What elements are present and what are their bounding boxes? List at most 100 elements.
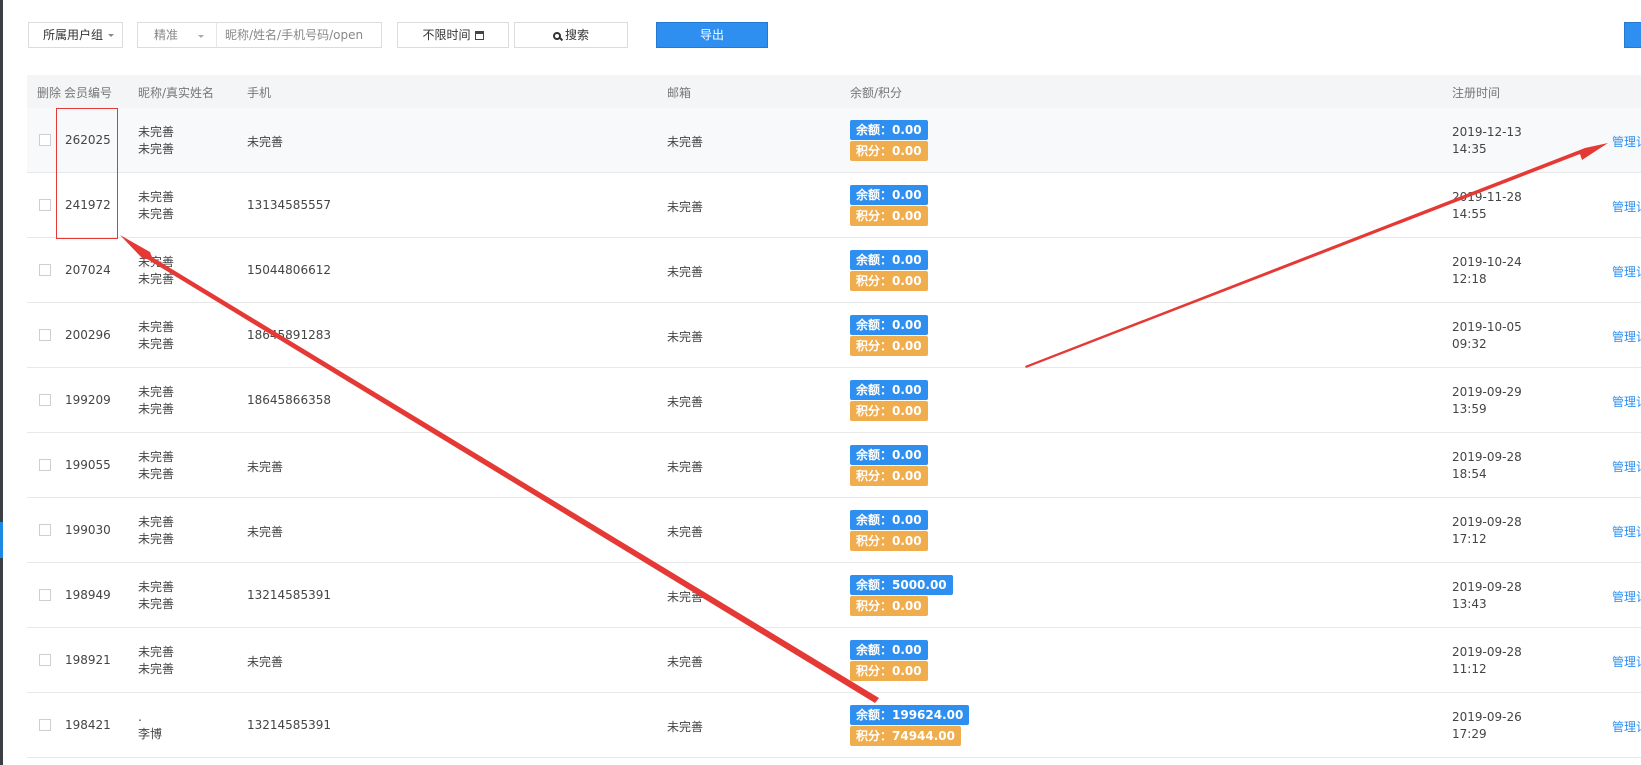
nickname: . [138,710,142,724]
add-button[interactable]: 添 [1624,22,1641,48]
points-badge: 积分：0.00 [850,466,928,486]
member-name: 未完善 未完善 [138,514,174,548]
member-phone: 18645891283 [247,328,331,342]
manage-record-link[interactable]: 管理记 [1612,718,1641,735]
real-name: 未完善 [138,402,175,416]
real-name: 未完善 [138,142,175,156]
balance-badge: 余额：0.00 [850,250,928,270]
register-clock: 14:35 [1452,142,1487,156]
balance-points: 余额：199624.00 积分：74944.00 [850,705,970,747]
nickname: 未完善 [138,255,175,269]
member-phone: 15044806612 [247,263,331,277]
row-select-checkbox[interactable] [39,329,51,341]
table-row: 199055 未完善 未完善 未完善 未完善 余额：0.00 积分：0.00 2019-09-… [27,433,1641,498]
search-icon [552,32,561,40]
manage-record-link[interactable]: 管理记 [1612,133,1641,150]
manage-record-link[interactable]: 管理记 [1612,393,1641,410]
real-name: 未完善 [138,532,175,546]
member-name: 未完善 未完善 [138,449,174,483]
balance-points: 余额：0.00 积分：0.00 [850,380,928,422]
annotation-highlight-box [56,108,118,239]
real-name: 未完善 [138,467,175,481]
register-date: 2019-11-28 [1452,190,1522,204]
points-badge: 积分：0.00 [850,336,928,356]
manage-record-link[interactable]: 管理记 [1612,653,1641,670]
nickname: 未完善 [138,580,175,594]
manage-record-link[interactable]: 管理记 [1612,198,1641,215]
manage-record-link[interactable]: 管理记 [1612,263,1641,280]
member-id: 198921 [65,653,111,667]
time-filter-button[interactable]: 不限时间 [397,22,509,48]
manage-record-link[interactable]: 管理记 [1612,328,1641,345]
member-name: . 李博 [138,709,162,743]
match-mode-select[interactable]: 精准 [137,22,216,48]
row-select-checkbox[interactable] [39,394,51,406]
balance-points: 余额：0.00 积分：0.00 [850,640,928,682]
register-time: 2019-09-28 18:54 [1452,449,1522,483]
points-badge: 积分：0.00 [850,596,928,616]
table-row: 198949 未完善 未完善 13214585391 未完善 余额：5000.00 积分：0… [27,563,1641,628]
member-email: 未完善 [667,720,704,734]
balance-badge: 余额：0.00 [850,185,928,205]
member-email: 未完善 [667,200,704,214]
register-date: 2019-09-28 [1452,450,1522,464]
member-phone: 未完善 [247,655,284,669]
real-name: 李博 [138,727,163,741]
nickname: 未完善 [138,125,175,139]
row-select-checkbox[interactable] [39,199,51,211]
register-time: 2019-11-28 14:55 [1452,189,1522,223]
manage-record-link[interactable]: 管理记 [1612,458,1641,475]
member-email: 未完善 [667,655,704,669]
table-row: 262025 未完善 未完善 未完善 未完善 余额：0.00 积分：0.00 2019-12-… [27,108,1641,173]
member-phone: 18645866358 [247,393,331,407]
member-email: 未完善 [667,590,704,604]
table-row: 198421. 李博 13214585391 未完善 余额：199624.00 积分：74… [27,693,1641,758]
row-select-checkbox[interactable] [39,589,51,601]
register-time: 2019-10-24 12:18 [1452,254,1522,288]
nickname: 未完善 [138,450,175,464]
member-phone: 13214585391 [247,588,331,602]
points-badge: 积分：0.00 [850,531,928,551]
balance-badge: 余额：0.00 [850,640,928,660]
search-button[interactable]: 搜索 [514,22,628,48]
manage-record-link[interactable]: 管理记 [1612,523,1641,540]
register-clock: 09:32 [1452,337,1487,351]
table-row: 199030 未完善 未完善 未完善 未完善 余额：0.00 积分：0.00 2019-09-… [27,498,1641,563]
member-name: 未完善 未完善 [138,384,174,418]
member-name: 未完善 未完善 [138,254,174,288]
register-date: 2019-09-28 [1452,515,1522,529]
nickname: 未完善 [138,320,175,334]
manage-record-link[interactable]: 管理记 [1612,588,1641,605]
table-row: 199209 未完善 未完善 18645866358 未完善 余额：0.00 积分：0.00… [27,368,1641,433]
row-select-checkbox[interactable] [39,264,51,276]
nickname: 未完善 [138,515,175,529]
search-button-label: 搜索 [564,28,589,42]
header-register-time: 注册时间 [1452,86,1501,100]
member-id: 199209 [65,393,111,407]
row-select-checkbox[interactable] [39,719,51,731]
row-select-checkbox[interactable] [39,524,51,536]
register-clock: 17:12 [1452,532,1487,546]
real-name: 未完善 [138,337,175,351]
member-id: 200296 [65,328,111,342]
points-badge: 积分：0.00 [850,141,928,161]
export-button[interactable]: 导出 [656,22,768,48]
register-clock: 18:54 [1452,467,1487,481]
header-balance-points: 余额/积分 [850,86,903,100]
register-time: 2019-09-28 13:43 [1452,579,1522,613]
header-member-id: 会员编号 [64,86,113,100]
row-select-checkbox[interactable] [39,654,51,666]
row-select-checkbox[interactable] [39,459,51,471]
member-id: 207024 [65,263,111,277]
member-phone: 未完善 [247,135,284,149]
header-phone: 手机 [247,86,272,100]
real-name: 未完善 [138,662,175,676]
balance-points: 余额：5000.00 积分：0.00 [850,575,953,617]
nickname: 未完善 [138,645,175,659]
row-select-checkbox[interactable] [39,134,51,146]
user-group-select[interactable]: 所属用户组 [28,22,123,48]
points-badge: 积分：0.00 [850,271,928,291]
register-date: 2019-09-26 [1452,710,1522,724]
balance-points: 余额：0.00 积分：0.00 [850,250,928,292]
search-input[interactable]: 昵称/姓名/手机号码/open [216,22,382,48]
